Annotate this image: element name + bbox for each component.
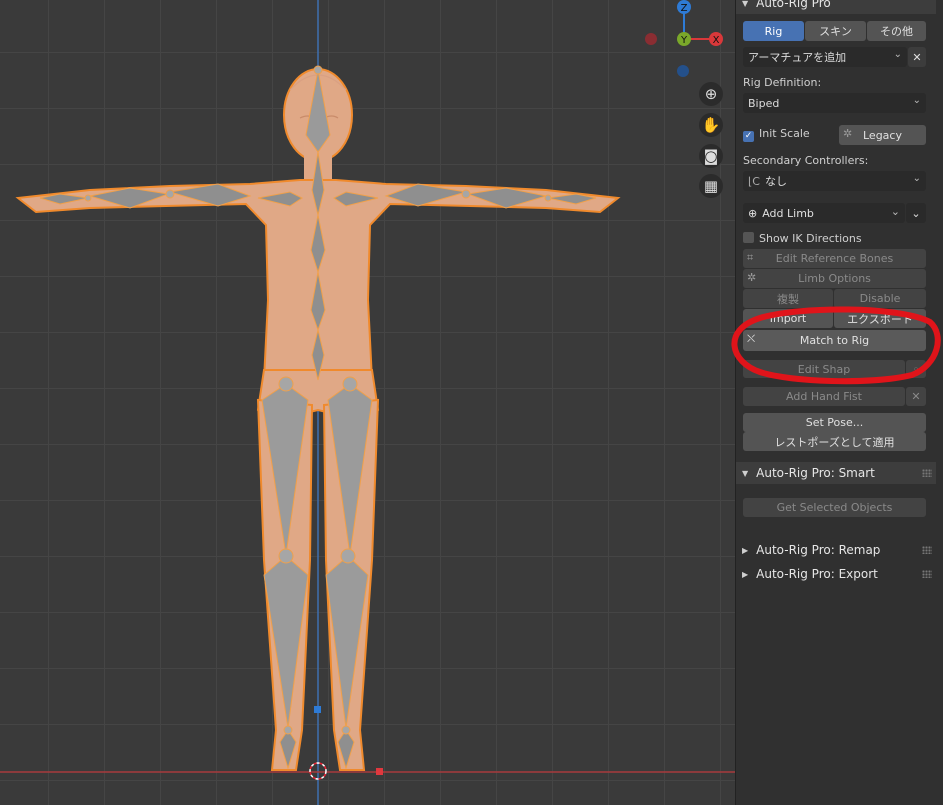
get-selected-objects-button[interactable]: Get Selected Objects <box>743 498 926 517</box>
edit-shape-button[interactable]: Edit Shap <box>743 360 905 378</box>
scene-canvas[interactable] <box>0 0 735 805</box>
collapse-icon: ▼ <box>742 0 749 8</box>
export-button[interactable]: エクスポート <box>834 309 926 328</box>
tab-skin[interactable]: スキン <box>805 21 866 41</box>
init-scale-checkbox[interactable]: ✓ Init Scale <box>743 127 810 142</box>
edit-ref-bones-label: Edit Reference Bones <box>775 252 894 265</box>
checkbox-unchecked-icon <box>743 232 754 243</box>
gizmo-neg-x-icon[interactable] <box>645 33 657 45</box>
limb-options-button[interactable]: ✲ Limb Options <box>743 269 926 288</box>
3d-viewport[interactable]: Z Y X ⊕ ✋ ◙ ▦ <box>0 0 735 805</box>
tab-other[interactable]: その他 <box>867 21 926 41</box>
legacy-label: Legacy <box>863 128 902 142</box>
navigation-gizmo[interactable]: Z Y X <box>640 0 730 80</box>
checkbox-checked-icon: ✓ <box>743 131 754 142</box>
hand-icon[interactable]: ✋ <box>699 113 723 137</box>
smart-header-label: Auto-Rig Pro: Smart <box>756 466 875 480</box>
controller-icon: ⌊C <box>748 174 760 188</box>
chevron-down-icon: ⌄ <box>912 173 921 184</box>
drag-handle-icon[interactable] <box>922 570 932 578</box>
show-ik-directions-checkbox[interactable]: Show IK Directions <box>743 232 862 245</box>
init-scale-label: Init Scale <box>759 127 810 140</box>
legacy-button[interactable]: ✲ Legacy <box>839 125 926 145</box>
disable-button[interactable]: Disable <box>834 289 926 308</box>
match-rig-icon: ⛌ <box>747 332 756 345</box>
export-panel-header[interactable]: ▶ Auto-Rig Pro: Export <box>736 563 936 585</box>
y-axis-handle[interactable] <box>314 706 321 713</box>
secondary-value: なし <box>764 175 787 188</box>
svg-text:X: X <box>713 35 720 46</box>
edit-shape-extra-icon[interactable]: ◦ <box>906 360 926 378</box>
apply-rest-pose-button[interactable]: レストポーズとして適用 <box>743 432 926 451</box>
camera-icon[interactable]: ◙ <box>699 144 723 168</box>
smart-panel-header[interactable]: ▼ Auto-Rig Pro: Smart <box>736 462 936 484</box>
x-axis-handle[interactable] <box>376 768 383 775</box>
add-limb-label: Add Limb <box>762 206 814 220</box>
zoom-icon[interactable]: ⊕ <box>699 82 723 106</box>
add-limb-options-button[interactable]: ⌄ <box>906 203 926 223</box>
limb-options-label: Limb Options <box>798 272 871 285</box>
secondary-controllers-label: Secondary Controllers: <box>743 154 869 167</box>
chevron-down-icon: ⌄ <box>893 49 902 60</box>
gear-icon: ✲ <box>843 127 853 140</box>
import-button[interactable]: Import <box>743 309 833 328</box>
close-icon[interactable]: ✕ <box>908 47 926 67</box>
add-limb-dropdown[interactable]: ⊕ Add Limb ⌄ <box>743 203 905 223</box>
panel-title: Auto-Rig Pro <box>756 0 831 10</box>
match-to-rig-label: Match to Rig <box>799 334 870 347</box>
remap-header-label: Auto-Rig Pro: Remap <box>756 543 881 557</box>
edit-reference-bones-button[interactable]: ⌗ Edit Reference Bones <box>743 249 926 268</box>
armature-dropdown[interactable]: アーマチュアを追加 ⌄ <box>743 47 907 67</box>
svg-text:Z: Z <box>681 3 688 14</box>
rig-definition-value: Biped <box>748 96 780 110</box>
export-header-label: Auto-Rig Pro: Export <box>756 567 878 581</box>
gear-icon: ✲ <box>747 271 757 284</box>
svg-text:Y: Y <box>680 35 688 46</box>
duplicate-button[interactable]: 複製 <box>743 289 833 308</box>
drag-handle-icon[interactable] <box>922 469 932 477</box>
rig-definition-dropdown[interactable]: Biped ⌄ <box>743 93 926 113</box>
chevron-down-icon: ⌄ <box>890 205 900 218</box>
panel-header[interactable]: ▼ Auto-Rig Pro <box>736 0 936 14</box>
bones-icon: ⌗ <box>747 251 754 264</box>
remap-panel-header[interactable]: ▶ Auto-Rig Pro: Remap <box>736 539 936 561</box>
set-pose-button[interactable]: Set Pose... <box>743 413 926 432</box>
expand-icon: ▶ <box>742 545 749 555</box>
remove-hand-fist-icon[interactable]: ✕ <box>906 387 926 406</box>
match-to-rig-button[interactable]: ⛌ Match to Rig <box>743 330 926 351</box>
show-ik-label: Show IK Directions <box>759 232 862 245</box>
add-hand-fist-button[interactable]: Add Hand Fist <box>743 387 905 406</box>
armature-dropdown-label: アーマチュアを追加 <box>748 51 847 64</box>
chevron-down-icon: ⌄ <box>912 95 921 106</box>
collapse-icon: ▼ <box>742 468 749 478</box>
auto-rig-pro-panel: ▼ Auto-Rig Pro Rig スキン その他 アーマチュアを追加 ⌄ ✕… <box>735 0 943 805</box>
expand-icon: ▶ <box>742 569 749 579</box>
grid-icon[interactable]: ▦ <box>699 174 723 198</box>
secondary-controllers-dropdown[interactable]: ⌊C なし ⌄ <box>743 171 926 191</box>
drag-handle-icon[interactable] <box>922 546 932 554</box>
rig-definition-label: Rig Definition: <box>743 76 822 89</box>
tab-rig[interactable]: Rig <box>743 21 804 41</box>
gizmo-neg-y-icon[interactable] <box>677 65 689 77</box>
add-icon: ⊕ <box>748 206 758 220</box>
